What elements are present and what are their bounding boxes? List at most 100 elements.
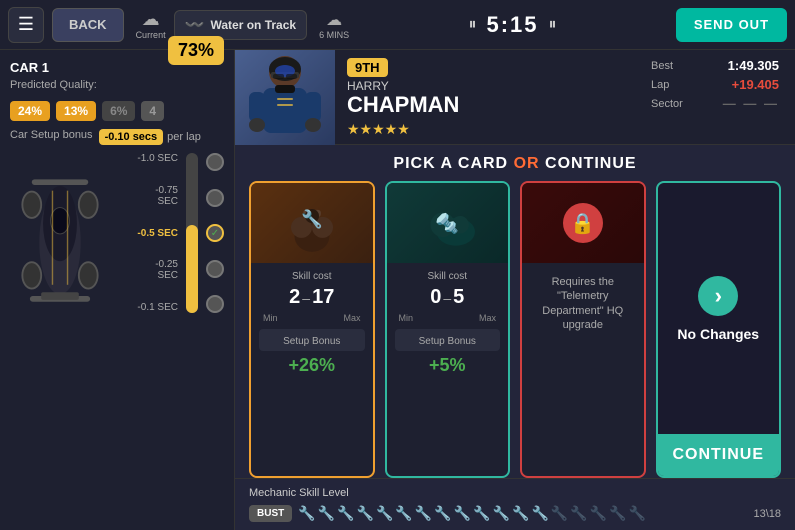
lock-icon: 🔒 <box>563 203 603 243</box>
no-changes-label: No Changes <box>677 326 759 342</box>
cloud-next-icon: ☁ <box>326 10 342 30</box>
stat-badge-3: 4 <box>141 101 164 121</box>
mechanic-skill-label: Mechanic Skill Level <box>249 487 781 499</box>
weather-current-label: Current <box>136 30 166 40</box>
card-2-bonus-value: +5% <box>395 355 501 376</box>
lap-stat-row: Lap +19.405 <box>651 77 779 92</box>
card-1-skill-max: 17 <box>312 286 334 309</box>
driver-stats: Best 1:49.305 Lap +19.405 Sector — — — <box>635 50 795 144</box>
card-1-svg: 🔧 <box>277 188 347 258</box>
stat-badge-2: 6% <box>102 101 135 121</box>
setup-bonus-label: Car Setup bonus <box>10 129 93 141</box>
hamburger-icon: ☰ <box>18 14 34 35</box>
card-2-max-label: Max <box>479 313 496 323</box>
slider-dot-0[interactable] <box>206 153 224 171</box>
card-3[interactable]: 🔒 Requires the "Telemetry Department" HQ… <box>520 181 646 478</box>
weather-next-mins: 6 MINS <box>319 30 349 40</box>
card-2-setup-bonus-text: Setup Bonus <box>419 336 476 347</box>
pause-button-right[interactable]: ⏸ <box>549 16 557 34</box>
weather-next: ☁ 6 MINS <box>319 10 349 40</box>
card-2-skill-label: Skill cost <box>395 271 501 282</box>
top-nav: ☰ BACK ☁ Current 〰️ Water on Track ☁ 6 M… <box>0 0 795 50</box>
lap-value: +19.405 <box>732 77 779 92</box>
card-2-skill-range: 0 – 5 <box>395 286 501 309</box>
card-2-bonus-label: Setup Bonus <box>395 329 501 351</box>
card-2-body: Skill cost 0 – 5 Min Max Setup Bonus +5% <box>387 263 509 476</box>
driver-lastname: CHAPMAN <box>347 93 623 117</box>
bust-badge: BUST <box>249 505 292 522</box>
card-1-skill-label: Skill cost <box>259 271 365 282</box>
weather-track-label: Water on Track <box>211 18 297 32</box>
card-1-bonus-label: Setup Bonus <box>259 329 365 351</box>
slider-label-1: -0.75 SEC <box>134 185 178 207</box>
card-2-min-max: Min Max <box>395 313 501 323</box>
mechanic-skill-row: BUST 🔧 🔧 🔧 🔧 🔧 🔧 🔧 🔧 🔧 🔧 🔧 🔧 🔧 <box>249 505 781 522</box>
quality-badge: 73% <box>168 36 224 65</box>
wrench-8: 🔧 <box>434 505 451 522</box>
slider-dot-1[interactable] <box>206 189 224 207</box>
wrench-4: 🔧 <box>357 505 374 522</box>
continue-button[interactable]: CONTINUE <box>658 434 780 476</box>
car-svg <box>10 153 110 313</box>
card-4-no-changes[interactable]: › No Changes CONTINUE <box>656 181 782 478</box>
slider-dot-3[interactable] <box>206 260 224 278</box>
wrench-1: 🔧 <box>298 505 315 522</box>
menu-button[interactable]: ☰ <box>8 7 44 43</box>
wrench-18: 🔧 <box>629 505 646 522</box>
wrench-5: 🔧 <box>376 505 393 522</box>
back-button[interactable]: BACK <box>52 8 124 42</box>
card-3-image: 🔒 <box>522 183 644 263</box>
stat-badge-1: 13% <box>56 101 96 121</box>
wrench-icons: 🔧 🔧 🔧 🔧 🔧 🔧 🔧 🔧 🔧 🔧 🔧 🔧 🔧 🔧 🔧 🔧 <box>298 505 743 522</box>
card-1[interactable]: 🔧 Skill cost 2 – 17 Min Max Set <box>249 181 375 478</box>
pick-text-after: CONTINUE <box>545 155 637 172</box>
wrench-15: 🔧 <box>570 505 587 522</box>
skill-count: 13\18 <box>753 508 781 520</box>
main-content: CAR 1 Predicted Quality: 73% 24% 13% 6% … <box>0 50 795 530</box>
card-2[interactable]: 🔩 Skill cost 0 – 5 Min Max Setu <box>385 181 511 478</box>
best-label: Best <box>651 60 673 72</box>
car-image <box>10 153 130 313</box>
wrench-14: 🔧 <box>551 505 568 522</box>
pause-button-left[interactable]: ⏸ <box>468 16 476 34</box>
send-out-button[interactable]: SEND OUT <box>676 8 787 42</box>
card-1-skill-range: 2 – 17 <box>259 286 365 309</box>
wrench-13: 🔧 <box>531 505 548 522</box>
svg-text:🔩: 🔩 <box>435 212 459 235</box>
wrench-2: 🔧 <box>318 505 335 522</box>
card-1-dash: – <box>302 290 310 306</box>
card-1-min-label: Min <box>263 313 278 323</box>
wrench-12: 🔧 <box>512 505 529 522</box>
slider-dot-2[interactable]: ✓ <box>206 224 224 242</box>
pick-text-before: PICK A CARD <box>393 155 508 172</box>
driver-firstname: HARRY <box>347 79 623 93</box>
slider-dot-4[interactable] <box>206 295 224 313</box>
cloud-current-icon: ☁ <box>142 9 160 30</box>
best-value: 1:49.305 <box>728 58 779 73</box>
water-track-icon: 〰️ <box>185 15 205 35</box>
card-1-bonus-value: +26% <box>259 355 365 376</box>
sector-value: — — — <box>723 96 779 111</box>
wrench-11: 🔧 <box>493 505 510 522</box>
slider-label-3: -0.25 SEC <box>134 259 178 281</box>
wrench-3: 🔧 <box>337 505 354 522</box>
send-out-label: SEND OUT <box>694 17 769 32</box>
wrench-6: 🔧 <box>395 505 412 522</box>
back-label: BACK <box>69 17 107 32</box>
continue-arrow-icon: › <box>698 276 738 316</box>
slider-label-4: -0.1 SEC <box>137 302 178 313</box>
driver-info: 9TH HARRY CHAPMAN ★★★★★ <box>335 50 635 144</box>
left-panel: CAR 1 Predicted Quality: 73% 24% 13% 6% … <box>0 50 235 530</box>
right-panel: 9TH HARRY CHAPMAN ★★★★★ Best 1:49.305 La… <box>235 50 795 530</box>
card-2-image: 🔩 <box>387 183 509 263</box>
card-2-min-label: Min <box>399 313 414 323</box>
checkmark-icon: ✓ <box>211 228 219 239</box>
sector-stat-row: Sector — — — <box>651 96 779 111</box>
slider-dots: ✓ <box>206 153 224 313</box>
driver-svg <box>235 50 335 145</box>
sector-label: Sector <box>651 98 683 110</box>
setup-slider-bar[interactable] <box>186 153 198 313</box>
slider-label-2: -0.5 SEC <box>137 228 178 239</box>
mechanic-skill-section: Mechanic Skill Level BUST 🔧 🔧 🔧 🔧 🔧 🔧 🔧 … <box>235 478 795 530</box>
setup-bonus-value: -0.10 secs <box>99 129 164 145</box>
